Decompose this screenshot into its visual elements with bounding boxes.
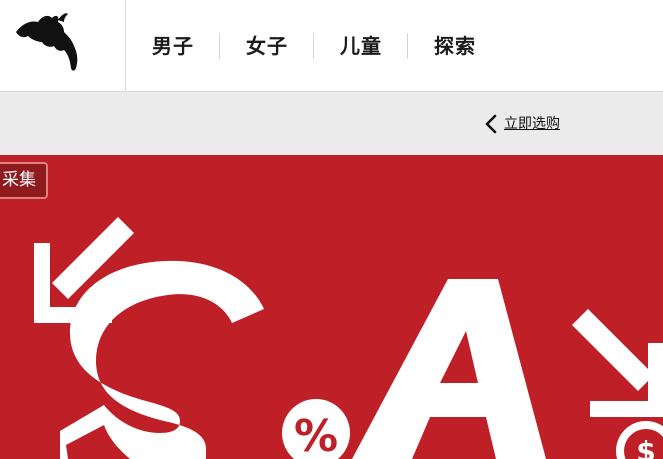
chevron-left-icon [485,114,497,134]
nav-item-kids[interactable]: 儿童 [314,33,408,59]
percent-sign: % [294,411,338,459]
sale-letter-s [60,260,264,459]
nav-item-men[interactable]: 男子 [126,33,220,59]
nav-item-explore[interactable]: 探索 [408,33,501,59]
sale-banner[interactable]: % $ 采集 [0,155,663,459]
shop-now-link[interactable]: 立即选购 [482,113,560,135]
collect-button[interactable]: 采集 [0,162,48,199]
sale-letter-a [352,279,546,459]
arrow-down-right-icon [572,309,663,417]
puma-cat-icon [16,13,78,71]
dollar-coin-icon: $ [616,421,663,459]
nav-item-women[interactable]: 女子 [220,33,314,59]
main-nav: 男子 女子 儿童 探索 [126,0,501,92]
shop-now-label: 立即选购 [504,116,560,132]
page: 男子 女子 儿童 探索 立即选购 % $ 采集 [0,0,663,459]
site-header: 男子 女子 儿童 探索 [0,0,663,92]
logo-link[interactable] [0,0,126,92]
sale-graphic: % $ [34,217,663,459]
svg-text:$: $ [636,435,655,459]
promo-band: 立即选购 [0,92,663,155]
